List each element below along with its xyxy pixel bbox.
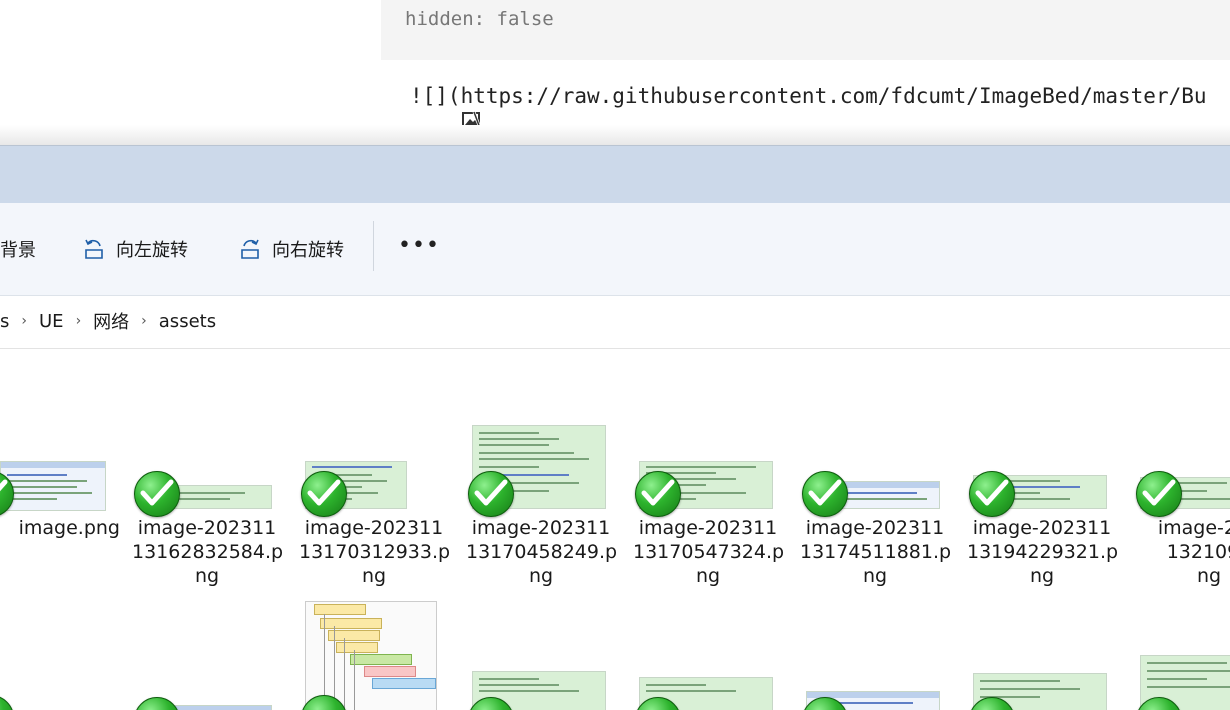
file-thumbnail [168, 485, 272, 509]
chevron-right-icon[interactable]: › [133, 313, 155, 329]
breadcrumb-item-ue[interactable]: UE [35, 311, 68, 332]
rotate-left-button[interactable]: 向左旋转 [82, 231, 188, 267]
rotate-right-label: 向右旋转 [272, 240, 344, 261]
file-item[interactable] [633, 669, 783, 710]
set-background-button[interactable]: 背景 [0, 231, 36, 267]
file-thumbnail [305, 601, 437, 710]
file-item[interactable] [132, 669, 282, 710]
rotate-left-label: 向左旋转 [116, 240, 188, 261]
explorer-toolbar: 背景 向左旋转 向右旋转 ••• [0, 203, 1230, 296]
sync-check-icon [802, 471, 848, 517]
sync-check-icon [1136, 471, 1182, 517]
file-item[interactable] [1134, 649, 1230, 710]
file-thumbnail [840, 481, 940, 509]
file-name: image-202311 13162832584.p ng [132, 517, 284, 587]
file-item[interactable]: image.png [0, 349, 140, 589]
sync-check-icon [134, 471, 180, 517]
breadcrumb-item-network[interactable]: 网络 [89, 308, 133, 334]
file-name: image-202311 13170547324.p ng [633, 517, 785, 587]
file-name: image-202311 13170312933.p ng [299, 517, 451, 587]
file-item[interactable]: image-202311 13170547324.p ng [633, 349, 785, 589]
rotate-right-button[interactable]: 向右旋转 [238, 231, 344, 267]
breadcrumb-item-assets[interactable]: assets [155, 311, 220, 332]
breadcrumb-item-parent[interactable]: s [0, 311, 13, 332]
sync-check-icon [635, 471, 681, 517]
file-item[interactable] [0, 669, 140, 710]
rotate-left-icon [85, 239, 103, 259]
markdown-editor: hidden: false ![](https://raw.githubuser… [0, 0, 1230, 145]
file-item[interactable] [800, 669, 950, 710]
sync-check-icon [468, 471, 514, 517]
file-item[interactable] [466, 669, 616, 710]
sync-check-icon [969, 471, 1015, 517]
sync-check-icon [134, 697, 180, 710]
markdown-image-line[interactable]: ![](https://raw.githubusercontent.com/fd… [386, 84, 1207, 129]
address-bar[interactable]: s › UE › 网络 › assets [0, 296, 1230, 349]
chevron-right-icon[interactable]: › [68, 313, 90, 329]
file-item[interactable]: image-202311 13170312933.p ng [299, 349, 451, 589]
file-item[interactable] [967, 669, 1117, 710]
file-item[interactable]: image-202311 13174511881.p ng [800, 349, 952, 589]
chevron-right-icon[interactable]: › [13, 313, 35, 329]
file-item[interactable]: image-202311 13162832584.p ng [132, 349, 284, 589]
file-item[interactable]: image-202311 13194229321.p ng [967, 349, 1119, 589]
file-name: image-202311 13194229321.p ng [967, 517, 1119, 587]
file-name: image-202 1321094 ng [1157, 517, 1230, 587]
more-options-button[interactable]: ••• [398, 233, 440, 258]
file-grid: image.png image-202311 13162832584.p ng … [0, 349, 1230, 710]
editor-shadow [0, 125, 1230, 145]
file-thumbnail [0, 461, 106, 511]
file-name: image.png [18, 517, 120, 539]
file-thumbnail [168, 705, 272, 710]
file-item[interactable]: image-202 1321094 ng [1134, 349, 1230, 589]
sync-check-icon [301, 471, 347, 517]
breadcrumb: s › UE › 网络 › assets [0, 308, 220, 334]
set-background-label: 背景 [0, 240, 36, 261]
explorer-titlebar [0, 145, 1230, 204]
toolbar-separator [373, 221, 374, 271]
code-line[interactable]: hidden: false [405, 8, 554, 30]
broken-image-icon [386, 86, 482, 129]
markdown-image-text: ![](https://raw.githubusercontent.com/fd… [410, 84, 1207, 108]
sync-check-icon [0, 695, 14, 710]
rotate-right-icon [241, 239, 259, 259]
file-name: image-202311 13174511881.p ng [800, 517, 952, 587]
file-name: image-202311 13170458249.p ng [466, 517, 618, 587]
file-item[interactable]: image-202311 13170458249.p ng [466, 349, 618, 589]
file-item[interactable] [299, 599, 449, 710]
